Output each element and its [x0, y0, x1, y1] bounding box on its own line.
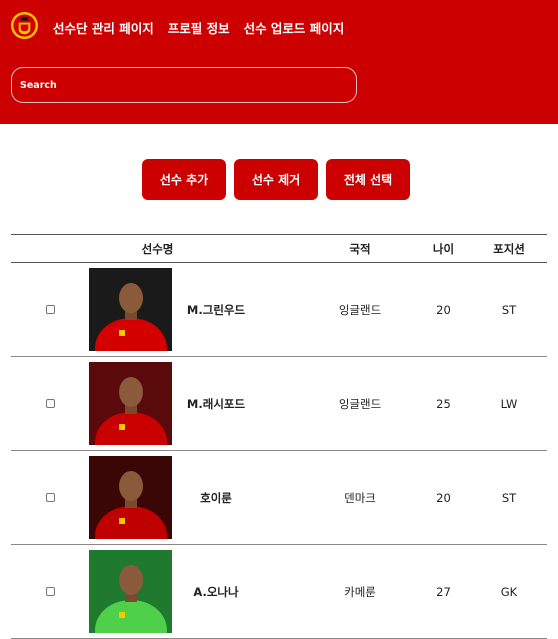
club-crest-icon[interactable]	[10, 11, 39, 40]
nav-profile-info[interactable]: 프로필 정보	[168, 18, 230, 37]
player-name[interactable]: 호이룬	[172, 490, 260, 506]
header-nationality: 국적	[304, 234, 416, 263]
row-checkbox[interactable]	[45, 398, 55, 408]
remove-player-button[interactable]: 선수 제거	[234, 159, 318, 200]
header: 선수단 관리 페이지 프로필 정보 선수 업로드 페이지	[0, 0, 558, 124]
player-name[interactable]: M.래시포드	[172, 396, 260, 412]
player-nationality: 카메룬	[304, 544, 416, 639]
player-position: LW	[471, 356, 547, 451]
player-age: 20	[416, 450, 471, 545]
table-row: 호이룬 덴마크 20 ST	[11, 450, 547, 545]
player-nationality: 잉글랜드	[304, 262, 416, 357]
row-checkbox[interactable]	[45, 492, 55, 502]
player-photo	[89, 268, 172, 351]
select-all-button[interactable]: 전체 선택	[326, 159, 410, 200]
player-cell: M.래시포드	[11, 356, 304, 451]
row-checkbox[interactable]	[45, 304, 55, 314]
player-photo	[89, 456, 172, 539]
action-bar: 선수 추가 선수 제거 전체 선택	[0, 159, 558, 200]
table-row: M.래시포드 잉글랜드 25 LW	[11, 356, 547, 451]
row-checkbox[interactable]	[45, 586, 55, 596]
player-photo	[89, 362, 172, 445]
nav-player-upload[interactable]: 선수 업로드 페이지	[244, 18, 345, 37]
header-position: 포지션	[471, 234, 547, 263]
player-nationality: 잉글랜드	[304, 356, 416, 451]
add-player-button[interactable]: 선수 추가	[142, 159, 226, 200]
player-position: GK	[471, 544, 547, 639]
player-age: 20	[416, 262, 471, 357]
table-row: A.오나나 카메룬 27 GK	[11, 544, 547, 639]
player-cell: A.오나나	[11, 544, 304, 639]
player-table: 선수명 국적 나이 포지션 M.그린우드 잉글랜드 20 ST M.래시포드 잉글랜드 25…	[11, 234, 547, 639]
player-cell: M.그린우드	[11, 262, 304, 357]
table-row: M.그린우드 잉글랜드 20 ST	[11, 262, 547, 357]
nav-squad-management[interactable]: 선수단 관리 페이지	[53, 18, 154, 37]
player-name[interactable]: A.오나나	[172, 584, 260, 600]
player-name[interactable]: M.그린우드	[172, 302, 260, 318]
header-age: 나이	[416, 234, 471, 263]
player-age: 27	[416, 544, 471, 639]
player-age: 25	[416, 356, 471, 451]
player-photo	[89, 550, 172, 633]
player-position: ST	[471, 262, 547, 357]
table-header-row: 선수명 국적 나이 포지션	[11, 234, 547, 263]
header-player-name: 선수명	[11, 234, 304, 263]
player-cell: 호이룬	[11, 450, 304, 545]
player-position: ST	[471, 450, 547, 545]
top-nav: 선수단 관리 페이지 프로필 정보 선수 업로드 페이지	[53, 18, 344, 37]
player-nationality: 덴마크	[304, 450, 416, 545]
search-input[interactable]	[11, 67, 357, 103]
